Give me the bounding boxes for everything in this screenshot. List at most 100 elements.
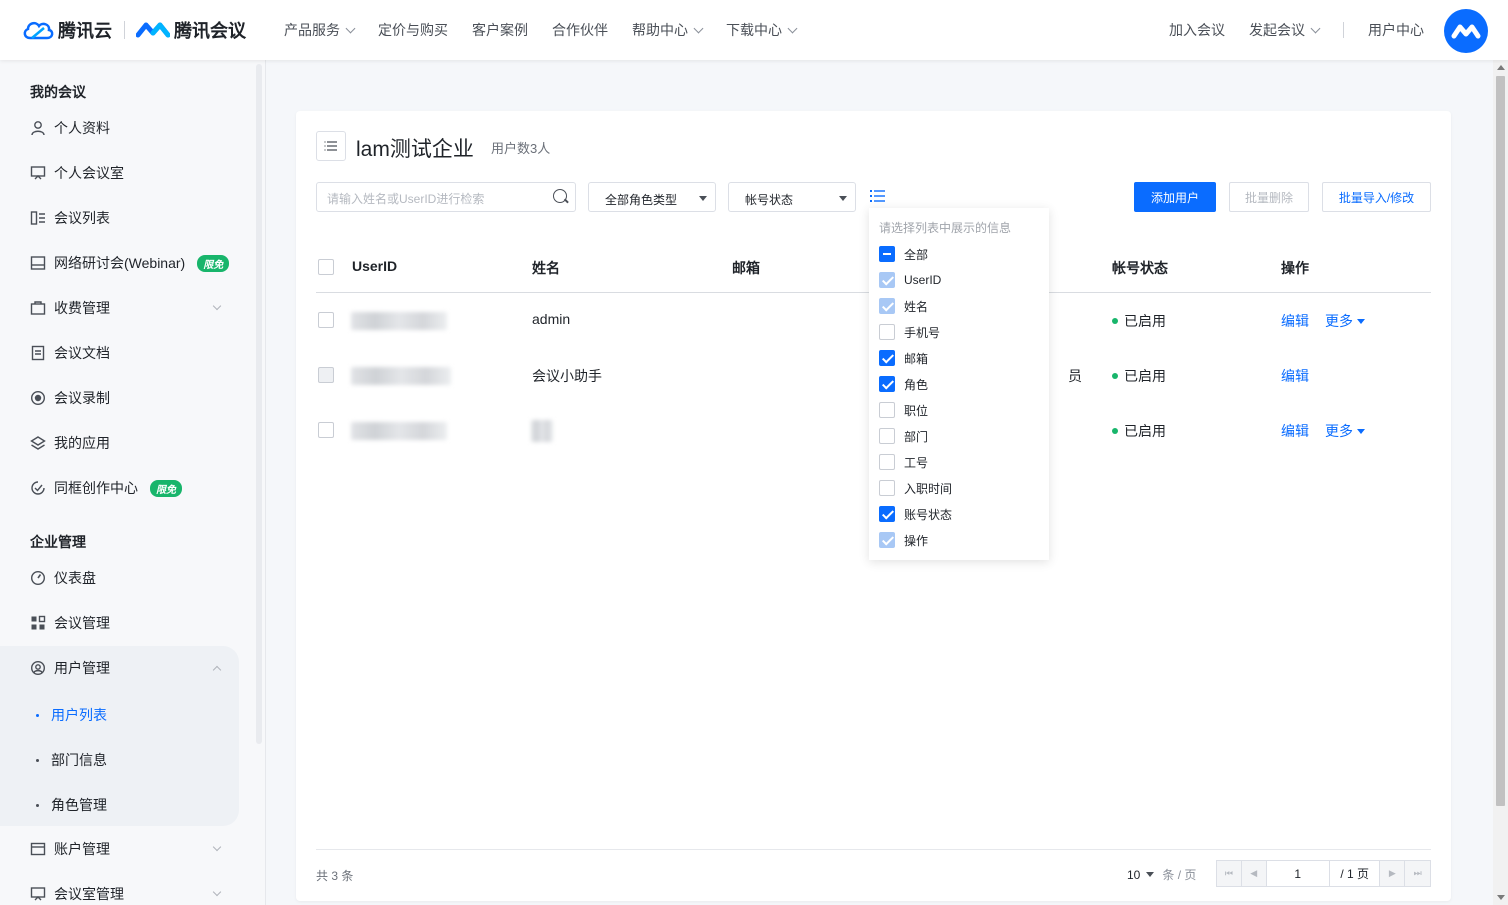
- nav-products-label: 产品服务: [284, 22, 340, 38]
- edit-link[interactable]: 编辑: [1281, 366, 1309, 386]
- column-option-checkbox[interactable]: [879, 454, 895, 470]
- role-type-select[interactable]: 全部角色类型: [588, 182, 716, 212]
- column-option-label: 邮箱: [904, 351, 929, 366]
- column-option[interactable]: 部门: [879, 428, 928, 444]
- column-option[interactable]: 账号状态: [879, 506, 952, 522]
- column-option-checkbox[interactable]: [879, 324, 895, 340]
- chevron-up-icon: [212, 665, 222, 675]
- page-scrollbar[interactable]: [1493, 60, 1508, 905]
- nav-help[interactable]: 帮助中心: [632, 20, 704, 40]
- col-status: 帐号状态: [1112, 260, 1168, 276]
- scrollbar-thumb[interactable]: [1496, 76, 1505, 806]
- section-enterprise: 企业管理: [30, 534, 86, 550]
- column-option[interactable]: 工号: [879, 454, 928, 470]
- add-user-button[interactable]: 添加用户: [1134, 182, 1216, 212]
- column-option[interactable]: 手机号: [879, 324, 940, 340]
- edit-link[interactable]: 编辑: [1281, 311, 1309, 331]
- page-size-select[interactable]: 10 条 / 页: [1127, 866, 1196, 883]
- nav-pricing[interactable]: 定价与购买: [378, 20, 448, 40]
- sidebar-item-profile[interactable]: 个人资料: [30, 116, 230, 140]
- sidebar-item-dashboard[interactable]: 仪表盘: [30, 566, 230, 590]
- column-option[interactable]: 邮箱: [879, 350, 928, 366]
- sidebar-subitem-departments[interactable]: 部门信息: [36, 750, 107, 770]
- column-settings-icon[interactable]: [870, 189, 886, 203]
- first-page-button[interactable]: ⏮: [1217, 861, 1242, 886]
- edit-link[interactable]: 编辑: [1281, 421, 1309, 441]
- column-option-checkbox[interactable]: [879, 480, 895, 496]
- nav-download[interactable]: 下载中心: [726, 20, 798, 40]
- column-option[interactable]: 入职时间: [879, 480, 952, 496]
- sidebar-item-docs[interactable]: 会议文档: [30, 341, 230, 365]
- sidebar-item-user-mgmt[interactable]: 用户管理: [30, 656, 222, 680]
- sidebar-subitem-user-list[interactable]: 用户列表: [36, 705, 107, 725]
- row-checkbox[interactable]: [318, 422, 334, 438]
- column-option-checkbox[interactable]: [879, 376, 895, 392]
- user-center-link[interactable]: 用户中心: [1368, 20, 1424, 40]
- sidebar-scrollbar[interactable]: [256, 64, 262, 744]
- column-option-checkbox[interactable]: [879, 246, 895, 262]
- sidebar-item-personal-room[interactable]: 个人会议室: [30, 161, 230, 185]
- column-option-checkbox[interactable]: [879, 350, 895, 366]
- column-option[interactable]: 全部: [879, 246, 928, 262]
- sidebar-item-webinar[interactable]: 网络研讨会(Webinar) 限免: [30, 251, 230, 275]
- sidebar-item-meeting-mgmt[interactable]: 会议管理: [30, 611, 230, 635]
- sidebar-subitem-roles[interactable]: 角色管理: [36, 795, 107, 815]
- row-checkbox[interactable]: [318, 312, 334, 328]
- sidebar-item-label: 会议管理: [54, 615, 110, 631]
- scroll-up-arrow-icon[interactable]: [1497, 65, 1505, 70]
- more-dropdown[interactable]: 更多: [1325, 311, 1365, 331]
- document-icon: [30, 345, 46, 361]
- menu-icon: [324, 141, 337, 151]
- join-meeting-link[interactable]: 加入会议: [1169, 20, 1225, 40]
- sidebar-item-billing[interactable]: 收费管理: [30, 296, 222, 320]
- last-page-button[interactable]: ⏭: [1405, 861, 1430, 886]
- prev-page-button[interactable]: ◀: [1241, 861, 1267, 886]
- column-option[interactable]: 角色: [879, 376, 928, 392]
- page-number-input[interactable]: 1: [1267, 861, 1330, 886]
- avatar[interactable]: [1444, 9, 1488, 53]
- column-option-checkbox[interactable]: [879, 402, 895, 418]
- page-size-value: 10: [1127, 867, 1141, 882]
- batch-delete-button[interactable]: 批量删除: [1229, 182, 1309, 212]
- next-page-button[interactable]: ▶: [1380, 861, 1406, 886]
- nav-cases[interactable]: 客户案例: [472, 20, 528, 40]
- free-badge: 限免: [197, 254, 230, 272]
- sidebar-item-recording[interactable]: 会议录制: [30, 386, 230, 410]
- search-icon[interactable]: [553, 189, 567, 203]
- col-email: 邮箱: [732, 260, 760, 276]
- search-input[interactable]: 请输入姓名或UserID进行检索: [316, 182, 576, 212]
- column-option-label: 职位: [904, 403, 929, 418]
- tencent-cloud-text: 腾讯云: [58, 21, 112, 41]
- scroll-down-arrow-icon[interactable]: [1497, 895, 1505, 900]
- more-dropdown[interactable]: 更多: [1325, 421, 1365, 441]
- menu-toggle-button[interactable]: [316, 131, 346, 161]
- start-meeting-link[interactable]: 发起会议: [1249, 20, 1321, 40]
- sidebar-item-meeting-list[interactable]: 会议列表: [30, 206, 230, 230]
- tencent-meeting-text: 腾讯会议: [174, 21, 246, 41]
- batch-import-button[interactable]: 批量导入/修改: [1322, 182, 1431, 212]
- logo-divider: [124, 21, 125, 39]
- account-status-select[interactable]: 帐号状态: [728, 182, 856, 212]
- sidebar-item-account-mgmt[interactable]: 账户管理: [30, 837, 222, 861]
- nav-partners[interactable]: 合作伙伴: [552, 20, 608, 40]
- sidebar-item-creation-center[interactable]: 同框创作中心 限免: [30, 476, 230, 500]
- column-option-checkbox[interactable]: [879, 428, 895, 444]
- user-circle-icon: [30, 660, 46, 676]
- meeting-avatar-icon: [1451, 24, 1481, 39]
- select-all-checkbox[interactable]: [318, 259, 334, 275]
- sidebar-item-apps[interactable]: 我的应用: [30, 431, 230, 455]
- column-option[interactable]: 职位: [879, 402, 928, 418]
- nav-partners-label: 合作伙伴: [552, 22, 608, 38]
- more-label: 更多: [1325, 313, 1353, 329]
- user-icon: [30, 120, 46, 136]
- redacted-userid: [351, 367, 451, 385]
- column-option-label: 操作: [904, 533, 929, 548]
- nav-products[interactable]: 产品服务: [284, 20, 356, 40]
- sidebar-item-label: 收费管理: [54, 300, 110, 316]
- col-action: 操作: [1281, 260, 1309, 276]
- caret-down-icon: [1146, 872, 1155, 877]
- column-option-checkbox[interactable]: [879, 506, 895, 522]
- sidebar-item-room-mgmt[interactable]: 会议室管理: [30, 882, 222, 905]
- tencent-cloud-logo[interactable]: 腾讯云: [22, 17, 112, 43]
- tencent-meeting-logo[interactable]: 腾讯会议: [136, 17, 246, 43]
